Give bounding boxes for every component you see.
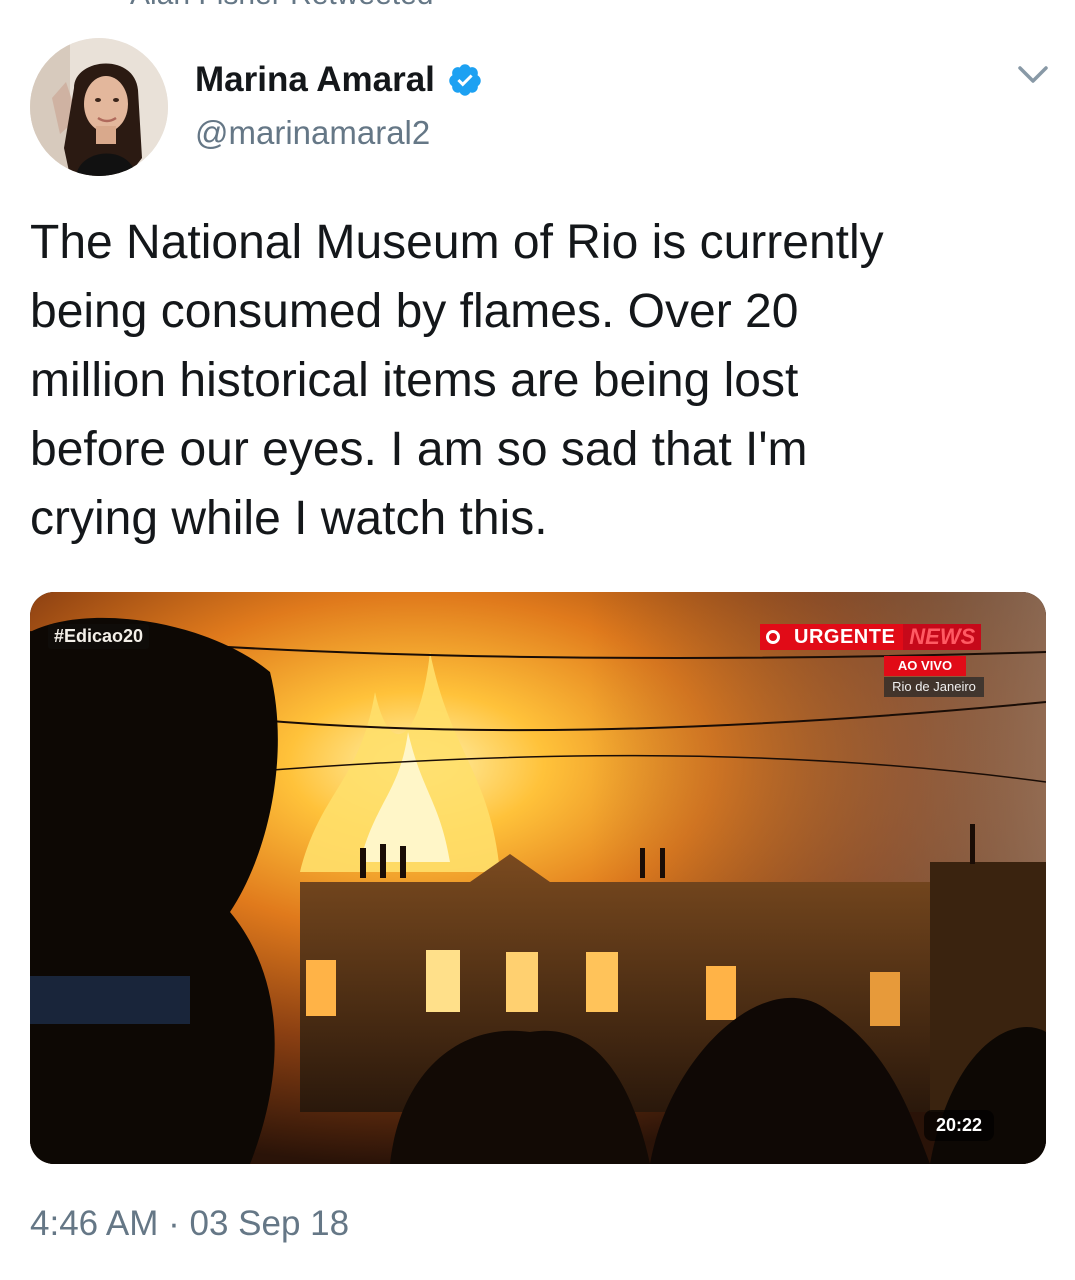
tweet-timestamp[interactable]: 4:46 AM · 03 Sep 18: [30, 1204, 349, 1244]
location-label: Rio de Janeiro: [884, 677, 984, 697]
author-display-name[interactable]: Marina Amaral: [195, 60, 435, 100]
avatar-image: [30, 38, 168, 176]
verified-badge-icon: [449, 64, 481, 96]
tweet-text-line: before our eyes. I am so sad that I'm: [30, 423, 808, 476]
retweet-header[interactable]: Alan Fisher Retweeted: [130, 0, 434, 12]
video-hashtag-overlay: #Edicao20: [48, 624, 150, 649]
globo-logo-icon: [760, 624, 786, 650]
author-handle[interactable]: @marinamaral2: [195, 114, 430, 152]
avatar[interactable]: [30, 38, 168, 176]
urgent-label: URGENTE: [786, 624, 904, 650]
chevron-down-icon[interactable]: [1016, 62, 1050, 88]
video-duration-badge: 20:22: [924, 1110, 995, 1141]
live-label: AO VIVO: [884, 656, 966, 676]
tweet-text: The National Museum of Rio is currently …: [30, 208, 1040, 553]
tweet-text-line: The National Museum of Rio is currently: [30, 216, 884, 269]
tweet-text-line: crying while I watch this.: [30, 492, 548, 545]
tweet-text-line: million historical items are being lost: [30, 354, 799, 407]
channel-label: NEWS: [903, 624, 982, 650]
broadcast-urgent-banner: URGENTE NEWS: [760, 624, 982, 650]
tweet-text-line: being consumed by flames. Over 20: [30, 285, 799, 338]
author-name-row[interactable]: Marina Amaral: [195, 60, 483, 100]
